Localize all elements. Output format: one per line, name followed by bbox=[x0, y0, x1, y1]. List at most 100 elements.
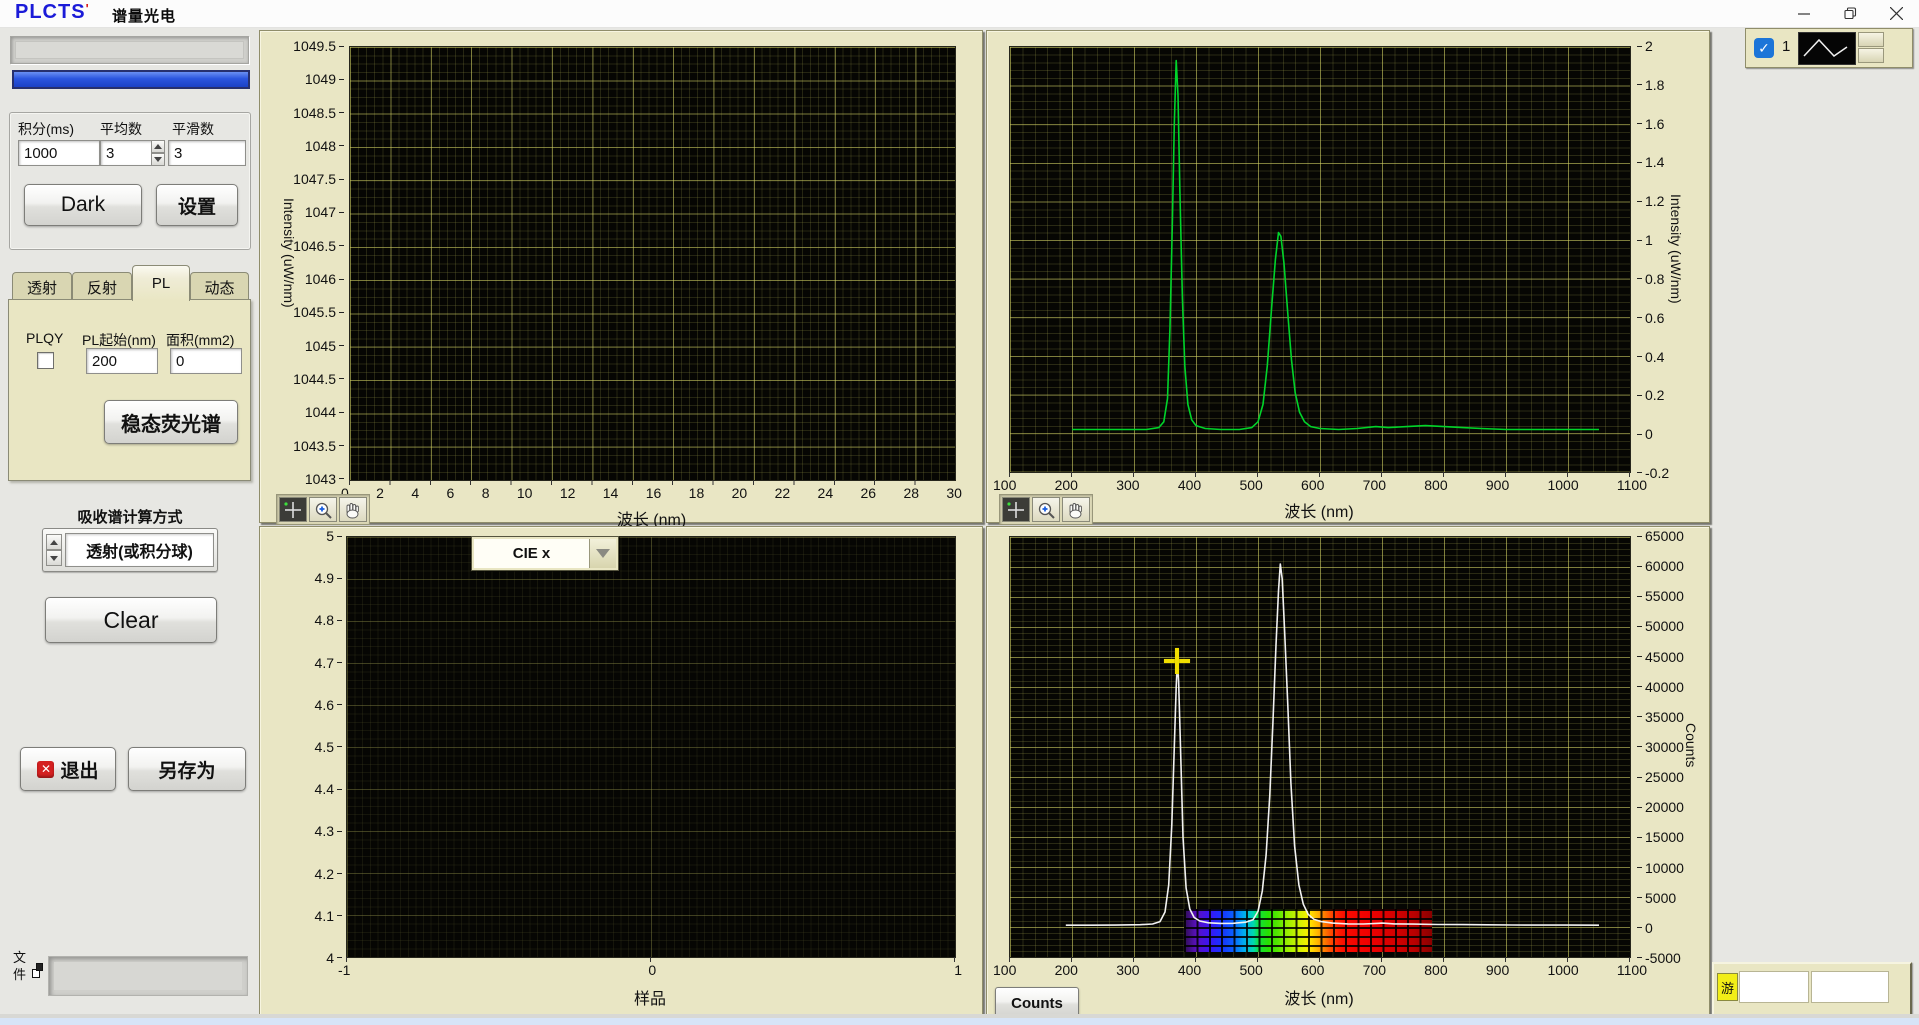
plot-legend-number: 1 bbox=[1782, 38, 1790, 55]
graph-cursor[interactable] bbox=[1164, 648, 1190, 674]
steady-fluorescence-button[interactable]: 稳态荧光谱 bbox=[104, 400, 238, 444]
zoom-tool-button[interactable] bbox=[1032, 497, 1060, 522]
axis-tick-label: 1000 bbox=[1547, 962, 1578, 978]
series-line bbox=[1010, 47, 1630, 472]
axis-tick-label: 1.8 bbox=[1637, 78, 1687, 92]
axis-tick-label: 30 bbox=[946, 485, 962, 501]
smooth-stepper[interactable] bbox=[151, 140, 165, 166]
axis-tick-label: 1043 bbox=[305, 472, 344, 486]
save-as-button[interactable]: 另存为 bbox=[128, 747, 246, 791]
clear-button[interactable]: Clear bbox=[45, 597, 217, 643]
chart-panel-bottom-right: 6500060000550005000045000400003500030000… bbox=[986, 526, 1710, 1015]
app-title-cn: 谱量光电 bbox=[112, 5, 176, 26]
x-axis-ticks: 024681012141618202224262830 bbox=[341, 485, 962, 501]
cursor-y-field[interactable] bbox=[1811, 971, 1889, 1003]
zoom-tool-button[interactable] bbox=[309, 497, 337, 522]
area-input[interactable]: 0 bbox=[170, 348, 242, 374]
axis-tick-label: 700 bbox=[1363, 477, 1386, 493]
axis-tick-label: 1044.5 bbox=[293, 372, 344, 386]
stepper-down-icon[interactable] bbox=[151, 153, 165, 166]
pl-start-input[interactable]: 200 bbox=[86, 348, 158, 374]
axis-tick-label: 1049 bbox=[305, 72, 344, 86]
plqy-checkbox[interactable] bbox=[37, 352, 54, 369]
cie-select[interactable]: CIE x bbox=[471, 536, 619, 571]
plot-area[interactable] bbox=[349, 46, 956, 481]
axis-tick-label: 100 bbox=[993, 477, 1016, 493]
settings-button[interactable]: 设置 bbox=[156, 184, 238, 226]
axis-tick-label: 1045 bbox=[305, 339, 344, 353]
progress-bar bbox=[12, 70, 250, 89]
logo-accent: ' bbox=[86, 1, 90, 16]
axis-tick-label: 20 bbox=[732, 485, 748, 501]
average-input[interactable]: 3 bbox=[100, 140, 158, 166]
axis-tick-label: 0.6 bbox=[1637, 311, 1687, 325]
axis-tick-label: 1045.5 bbox=[293, 305, 344, 319]
title-bar: PLCTS' 谱量光电 bbox=[0, 0, 1919, 28]
restore-button[interactable] bbox=[1827, 0, 1873, 27]
close-button[interactable] bbox=[1873, 0, 1919, 27]
average-label: 平均数 bbox=[100, 119, 142, 139]
axis-tick-label: 1000 bbox=[1547, 477, 1578, 493]
tab-transmission[interactable]: 透射 bbox=[12, 272, 72, 301]
plot-area[interactable] bbox=[1009, 536, 1631, 958]
smooth-label: 平滑数 bbox=[172, 119, 214, 139]
tab-dynamic[interactable]: 动态 bbox=[190, 272, 249, 301]
axis-tick-label: 65000 bbox=[1637, 529, 1693, 543]
axis-tick-label: 2 bbox=[376, 485, 384, 501]
axis-tick-label: 1100 bbox=[1617, 962, 1647, 978]
axis-tick-label: 300 bbox=[1116, 477, 1139, 493]
axis-tick-label: 4.9 bbox=[315, 571, 342, 585]
window-bottom-border bbox=[0, 1018, 1919, 1025]
pan-tool-button[interactable] bbox=[339, 497, 367, 522]
axis-tick-label: 1048 bbox=[305, 139, 344, 153]
absorption-mode-stepper[interactable] bbox=[46, 534, 62, 566]
legend-scroll-buttons bbox=[1858, 32, 1884, 63]
absorption-mode-label: 吸收谱计算方式 bbox=[30, 506, 230, 527]
file-path-input[interactable] bbox=[48, 956, 248, 996]
smooth-input[interactable]: 3 bbox=[168, 140, 246, 166]
integration-input[interactable]: 1000 bbox=[18, 140, 100, 166]
app-window: PLCTS' 谱量光电 积分(ms) 平均数 平滑数 1000 3 3 Dark… bbox=[0, 0, 1919, 1025]
axis-tick-label: 800 bbox=[1424, 962, 1447, 978]
x-axis-title: 样品 bbox=[346, 985, 954, 1009]
plot-area[interactable] bbox=[346, 536, 956, 958]
cursor-tool-button[interactable] bbox=[1002, 497, 1030, 522]
axis-tick-label: 22 bbox=[775, 485, 791, 501]
dark-button[interactable]: Dark bbox=[24, 184, 142, 226]
x-axis-title: 波长 (nm) bbox=[1009, 985, 1629, 1009]
exit-button[interactable]: ✕ 退出 bbox=[20, 747, 116, 791]
plot-area[interactable] bbox=[1009, 46, 1631, 473]
stepper-up-icon[interactable] bbox=[151, 140, 165, 153]
plot-visible-checkbox[interactable]: ✓ bbox=[1754, 38, 1774, 58]
cursor-tool-button[interactable] bbox=[279, 497, 307, 522]
absorption-mode-value[interactable]: 透射(或积分球) bbox=[65, 533, 214, 567]
axis-tick-label: 45000 bbox=[1637, 650, 1693, 664]
axis-tick-label: 4.1 bbox=[315, 909, 342, 923]
cursor-x-field[interactable] bbox=[1739, 971, 1809, 1003]
tab-pl[interactable]: PL bbox=[132, 265, 190, 301]
file-browse-icon[interactable] bbox=[32, 963, 43, 978]
axis-tick-label: 400 bbox=[1178, 477, 1201, 493]
tab-reflection[interactable]: 反射 bbox=[72, 272, 132, 301]
axis-tick-label: 1.4 bbox=[1637, 155, 1687, 169]
absorption-mode-select[interactable]: 透射(或积分球) bbox=[42, 528, 218, 572]
axis-tick-label: 900 bbox=[1486, 477, 1509, 493]
axis-tick-label: 800 bbox=[1424, 477, 1447, 493]
dropdown-arrow-icon[interactable] bbox=[589, 539, 616, 568]
legend-scroll-down-button[interactable] bbox=[1858, 48, 1884, 63]
axis-tick-label: 300 bbox=[1116, 962, 1139, 978]
status-display bbox=[10, 36, 249, 64]
axis-tick-label: 25000 bbox=[1637, 770, 1693, 784]
plot-style-sample[interactable] bbox=[1798, 32, 1856, 65]
axis-tick-label: 900 bbox=[1486, 962, 1509, 978]
axis-tick-label: 6 bbox=[447, 485, 455, 501]
axis-tick-label: 600 bbox=[1301, 962, 1324, 978]
cursor-name-cell[interactable]: 游 bbox=[1717, 973, 1738, 1001]
exit-button-label: 退出 bbox=[60, 756, 98, 783]
pan-tool-button[interactable] bbox=[1062, 497, 1090, 522]
stepper-up-icon[interactable] bbox=[46, 534, 62, 550]
legend-scroll-up-button[interactable] bbox=[1858, 32, 1884, 47]
stepper-down-icon[interactable] bbox=[46, 550, 62, 566]
minimize-button[interactable] bbox=[1781, 0, 1827, 27]
cie-select-value[interactable]: CIE x bbox=[474, 539, 589, 568]
